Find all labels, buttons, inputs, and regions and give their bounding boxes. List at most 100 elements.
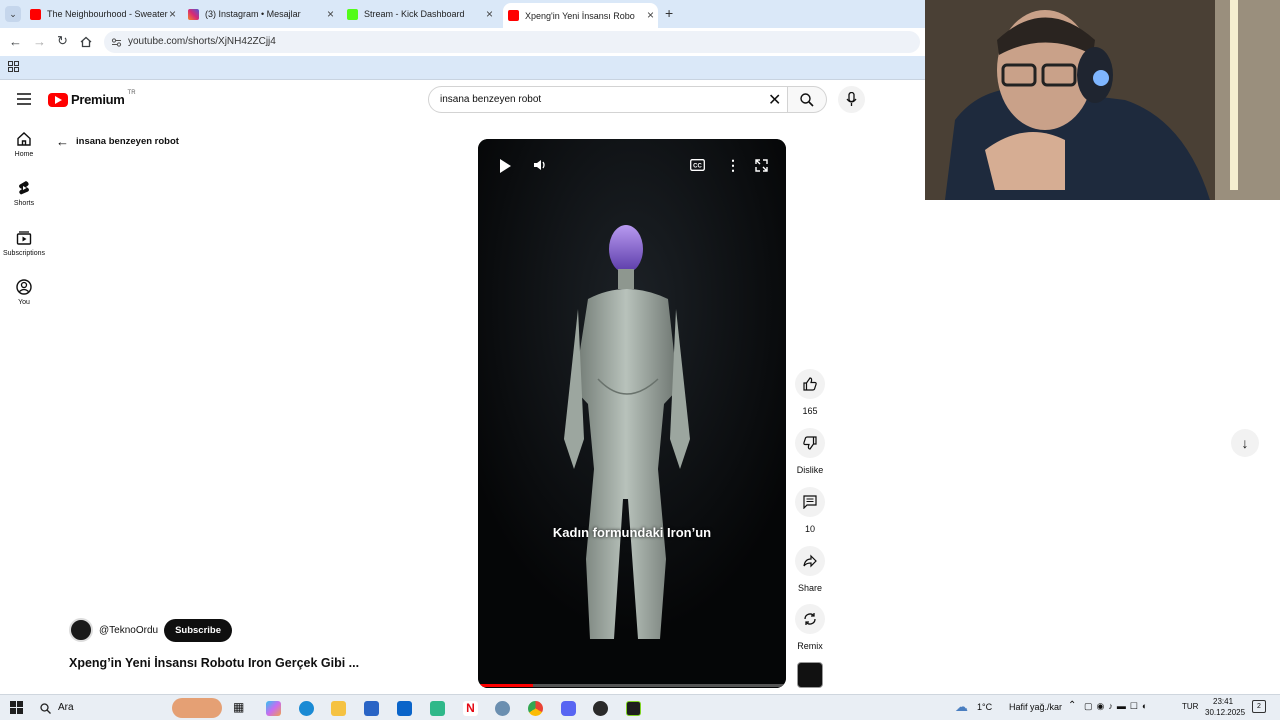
sidebar-label: Home — [14, 151, 34, 158]
search-input[interactable]: insana benzeyen robot ✕ — [428, 86, 788, 113]
clock-time[interactable]: 23:41 — [1213, 697, 1233, 706]
edge-icon[interactable] — [299, 701, 314, 716]
menu-icon[interactable] — [17, 93, 31, 105]
channel-name[interactable]: @TeknoOrdu — [99, 625, 158, 636]
more-options-icon[interactable]: ⋮ — [726, 157, 740, 174]
youtube-play-logo-icon — [48, 92, 68, 107]
fullscreen-icon[interactable] — [755, 159, 768, 172]
play-icon[interactable] — [500, 159, 511, 173]
close-tab-icon[interactable]: × — [327, 7, 334, 21]
search-highlight-image — [172, 698, 222, 718]
sidebar-item-subscriptions[interactable]: Subscriptions — [0, 230, 48, 257]
close-tab-icon[interactable]: × — [647, 8, 654, 22]
dislike-label: Dislike — [796, 465, 824, 475]
video-title[interactable]: Xpeng’in Yeni İnsansı Robotu Iron Gerçek… — [69, 656, 359, 670]
you-icon — [16, 279, 32, 295]
weather-icon: ☁ — [955, 699, 968, 714]
comment-count: 10 — [804, 524, 815, 534]
clear-search-icon[interactable]: ✕ — [768, 90, 781, 110]
tab-neighbourhood[interactable]: The Neighbourhood - Sweater × — [30, 4, 180, 24]
tab-kick[interactable]: Stream - Kick Dashboard × — [347, 4, 497, 24]
new-tab-icon[interactable]: + — [665, 5, 673, 21]
comment-icon — [803, 495, 817, 509]
share-icon — [803, 554, 817, 568]
search-icon — [800, 93, 814, 107]
url-text: youtube.com/shorts/XjNH42ZCjj4 — [128, 36, 276, 47]
apps-grid-icon[interactable] — [8, 61, 19, 72]
weather-desc[interactable]: Hafif yağ./kar — [1009, 702, 1062, 712]
back-arrow-icon: ← — [56, 134, 69, 149]
clock-date[interactable]: 30.12.2025 — [1205, 708, 1245, 717]
reload-icon[interactable]: ↻ — [57, 33, 68, 49]
share-button[interactable]: Share — [794, 546, 826, 593]
share-label: Share — [797, 583, 823, 593]
windows-start-icon[interactable] — [10, 701, 23, 714]
terminal-icon[interactable] — [626, 701, 641, 716]
tab-strip: ⌄ The Neighbourhood - Sweater × (3) Inst… — [0, 0, 925, 28]
home-icon — [17, 132, 31, 146]
file-explorer-icon[interactable] — [331, 701, 346, 716]
outlook-icon[interactable] — [397, 701, 412, 716]
sound-thumbnail[interactable] — [797, 662, 823, 688]
robot-figure — [478, 139, 786, 688]
site-info-icon[interactable] — [111, 37, 122, 48]
tab-xpeng-active[interactable]: Xpeng'in Yeni İnsansı Robotu Ir × — [503, 3, 658, 28]
windows-taskbar: Ara ▦ N ☁ 1°C Hafif yağ./kar ⌃ ▢◉♪▬☐◐ TU… — [0, 694, 1280, 720]
subscribe-button[interactable]: Subscribe — [164, 618, 233, 642]
shorts-video-player[interactable]: Kadın formundaki Iron’un CC ⋮ — [478, 139, 786, 688]
close-tab-icon[interactable]: × — [486, 7, 493, 21]
url-field[interactable]: youtube.com/shorts/XjNH42ZCjj4 — [104, 31, 920, 53]
remix-icon — [804, 613, 816, 625]
tab-instagram[interactable]: (3) Instagram • Mesajlar × — [188, 4, 338, 24]
next-video-button[interactable]: ↓ — [1231, 429, 1259, 457]
caption: Kadın formundaki Iron’un — [552, 525, 712, 540]
search-label: Ara — [58, 702, 74, 713]
captions-icon[interactable]: CC — [690, 159, 705, 171]
comments-button[interactable]: 10 — [794, 487, 826, 534]
channel-row: @TeknoOrdu Subscribe — [69, 618, 233, 642]
forward-arrow-icon[interactable]: → — [33, 34, 46, 49]
back-label: insana benzeyen robot — [76, 136, 179, 147]
channel-avatar[interactable] — [69, 618, 93, 642]
chevron-up-icon[interactable]: ⌃ — [1068, 700, 1076, 711]
search-query: insana benzeyen robot — [440, 94, 542, 105]
like-count: 165 — [802, 406, 818, 416]
progress-fill — [478, 684, 534, 687]
tray-icons[interactable]: ▢◉♪▬☐◐ — [1084, 701, 1151, 712]
voice-search-button[interactable] — [838, 86, 865, 113]
sidebar-item-shorts[interactable]: Shorts — [0, 180, 48, 207]
dislike-button[interactable]: Dislike — [794, 428, 826, 475]
weather-temp[interactable]: 1°C — [977, 702, 992, 712]
language-indicator[interactable]: TUR — [1182, 702, 1198, 711]
back-to-search-button[interactable]: ← insana benzeyen robot — [56, 134, 179, 149]
settings-icon[interactable] — [495, 701, 510, 716]
discord-icon[interactable] — [561, 701, 576, 716]
netflix-icon[interactable]: N — [463, 701, 478, 716]
close-tab-icon[interactable]: × — [169, 7, 176, 21]
arrow-down-icon: ↓ — [1241, 435, 1249, 451]
sidebar-label: You — [18, 299, 30, 306]
tab-search-button[interactable]: ⌄ — [5, 6, 21, 22]
sidebar-item-you[interactable]: You — [0, 279, 48, 306]
notification-bell-icon[interactable]: 2 — [1252, 700, 1266, 713]
thumbs-up-icon — [803, 377, 817, 391]
copilot-icon[interactable] — [266, 701, 281, 716]
sidebar-item-home[interactable]: Home — [0, 131, 48, 158]
task-view-icon[interactable]: ▦ — [233, 700, 244, 714]
back-arrow-icon[interactable]: ← — [9, 34, 22, 49]
like-button[interactable]: 165 — [794, 369, 826, 416]
taskbar-search[interactable]: Ara — [34, 698, 224, 718]
youtube-favicon-icon — [30, 8, 41, 20]
search-button[interactable] — [788, 86, 827, 113]
streamer-webcam-image — [925, 0, 1280, 200]
home-icon[interactable] — [80, 36, 92, 48]
remix-button[interactable]: Remix — [794, 604, 826, 651]
tab-title: (3) Instagram • Mesajlar — [205, 9, 301, 19]
store-icon[interactable] — [364, 701, 379, 716]
youtube-logo[interactable]: Premium TR — [48, 90, 136, 107]
gamebar-icon[interactable] — [430, 701, 445, 716]
obs-icon[interactable] — [593, 701, 608, 716]
volume-icon[interactable] — [533, 158, 547, 172]
bookmarks-bar — [0, 56, 925, 80]
chrome-icon[interactable] — [528, 701, 543, 716]
